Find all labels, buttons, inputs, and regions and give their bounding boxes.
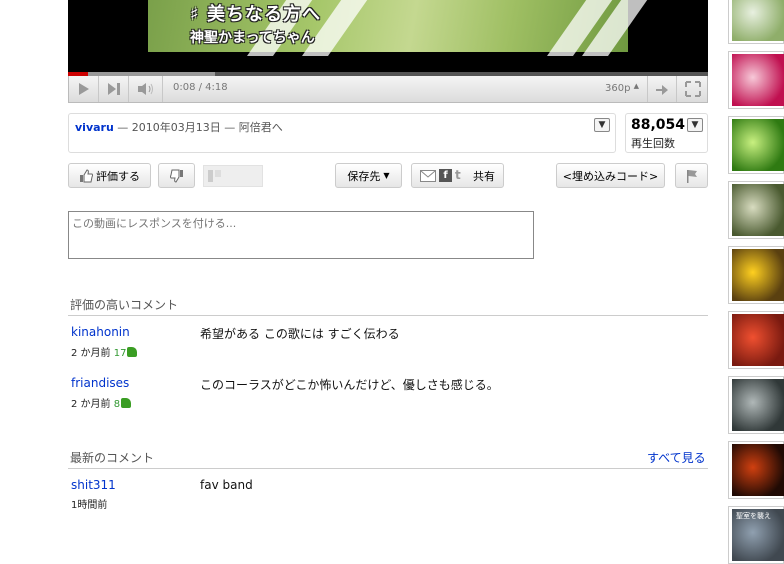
comment-text: このコーラスがどこか怖いんだけど、優しさも感じる。 (200, 378, 499, 392)
player-controls: 0:08 / 4:18 360p ▲ (68, 76, 708, 103)
thumbnail-image (732, 249, 784, 301)
rating-bar-segment (215, 170, 221, 177)
related-video-thumbnail[interactable] (728, 0, 784, 44)
thumbnail-image (732, 444, 784, 496)
rating-bar (203, 165, 263, 187)
save-to-button[interactable]: 保存先 ▼ (335, 163, 402, 188)
expand-info-button[interactable]: ▼ (594, 118, 610, 132)
caret-up-icon: ▲ (633, 82, 640, 90)
recent-comments-title: 最新のコメント (70, 451, 155, 465)
comment-author[interactable]: shit311 (71, 478, 116, 492)
facebook-icon: f (439, 169, 452, 182)
thumbs-up-icon (127, 347, 138, 357)
upload-date: 2010年03月13日 (131, 121, 221, 134)
related-video-thumbnail[interactable] (728, 181, 784, 239)
divider (68, 315, 708, 316)
view-count-label: 再生回数 (631, 137, 675, 150)
video-info-box: vivaru — 2010年03月13日 — 阿倍君へ ▼ (68, 113, 616, 153)
related-videos-sidebar: 聖室を襲え (728, 0, 784, 564)
video-frame: ♯ 美ちなる方へ 神聖かまってちゃん (148, 0, 651, 56)
separator: — (113, 121, 132, 134)
thumbs-up-icon (121, 398, 132, 408)
thumbnail-image (732, 184, 784, 236)
video-info-text: vivaru — 2010年03月13日 — 阿倍君へ (75, 119, 283, 135)
dislike-button[interactable] (158, 163, 195, 188)
thumbnail-image (732, 314, 784, 366)
comment-age: 1時間前 (71, 500, 108, 511)
volume-button[interactable] (129, 76, 163, 102)
thumbs-down-icon (169, 169, 183, 183)
thumbnail-image (732, 0, 784, 41)
video-response-input[interactable] (68, 211, 534, 259)
top-comments-title: 評価の高いコメント (70, 298, 179, 312)
quality-selector[interactable]: 360p ▲ (605, 82, 639, 94)
comment-likes: 17 (113, 348, 127, 359)
embed-button[interactable]: <埋め込みコード> (556, 163, 665, 188)
related-video-thumbnail[interactable] (728, 441, 784, 499)
comment-text: 希望がある この歌には すごく伝わる (200, 327, 400, 341)
comment-author[interactable]: kinahonin (71, 325, 130, 339)
next-button[interactable] (99, 76, 129, 102)
flag-icon (686, 169, 697, 183)
thumbnail-image (732, 119, 784, 171)
comment-likes: 8 (113, 399, 121, 410)
thumbnail-image: 聖室を襲え (732, 509, 784, 561)
flag-button[interactable] (675, 163, 708, 188)
video-player[interactable]: ♯ 美ちなる方へ 神聖かまってちゃん (68, 0, 708, 72)
share-button[interactable]: f t 共有 (411, 163, 504, 188)
comment-meta: 2 か月前 17 (71, 344, 138, 359)
related-video-thumbnail[interactable] (728, 116, 784, 174)
comment-meta: 2 か月前 8 (71, 395, 132, 410)
comment-author[interactable]: friandises (71, 376, 129, 390)
thumbnail-caption: 聖室を襲え (736, 512, 771, 520)
related-video-thumbnail[interactable] (728, 246, 784, 304)
thumbs-up-icon (80, 168, 93, 182)
comment-age: 2 か月前 (71, 348, 111, 359)
next-icon (107, 83, 120, 95)
video-description: 阿倍君へ (238, 121, 283, 134)
share-label: 共有 (473, 169, 495, 183)
twitter-icon: t (455, 168, 461, 182)
fullscreen-icon (684, 81, 701, 97)
related-video-thumbnail[interactable]: 聖室を襲え (728, 506, 784, 564)
view-count-box: 88,054 再生回数 ▼ (625, 113, 708, 153)
embed-label: <埋め込みコード> (562, 169, 659, 183)
see-all-link[interactable]: すべて見る (647, 449, 706, 466)
popout-button[interactable] (647, 76, 677, 102)
play-icon (78, 83, 89, 95)
save-to-label: 保存先 (347, 169, 381, 183)
fullscreen-button[interactable] (677, 76, 708, 102)
quality-label: 360p (605, 83, 631, 94)
like-button[interactable]: 評価する (68, 163, 151, 188)
divider (68, 468, 708, 469)
time-display: 0:08 / 4:18 (173, 82, 228, 93)
related-video-thumbnail[interactable] (728, 311, 784, 369)
expand-stats-button[interactable]: ▼ (687, 118, 703, 132)
play-button[interactable] (69, 76, 99, 102)
volume-icon (137, 83, 153, 95)
chevron-down-icon: ▼ (598, 120, 606, 130)
comment-text: fav band (200, 478, 253, 492)
popout-icon (656, 85, 668, 95)
like-label: 評価する (96, 169, 140, 183)
email-icon (420, 169, 436, 182)
thumbnail-image (732, 379, 784, 431)
video-caption-title: ♯ 美ちなる方へ (190, 4, 321, 25)
author-link[interactable]: vivaru (75, 121, 114, 134)
separator: — (220, 121, 239, 134)
caret-down-icon: ▼ (383, 171, 390, 180)
thumbnail-image (732, 54, 784, 106)
view-count: 88,054 (631, 117, 686, 133)
rating-bar-segment (208, 170, 213, 182)
related-video-thumbnail[interactable] (728, 51, 784, 109)
related-video-thumbnail[interactable] (728, 376, 784, 434)
comment-age: 2 か月前 (71, 399, 111, 410)
chevron-down-icon: ▼ (691, 120, 699, 130)
video-caption-artist: 神聖かまってちゃん (190, 30, 315, 46)
